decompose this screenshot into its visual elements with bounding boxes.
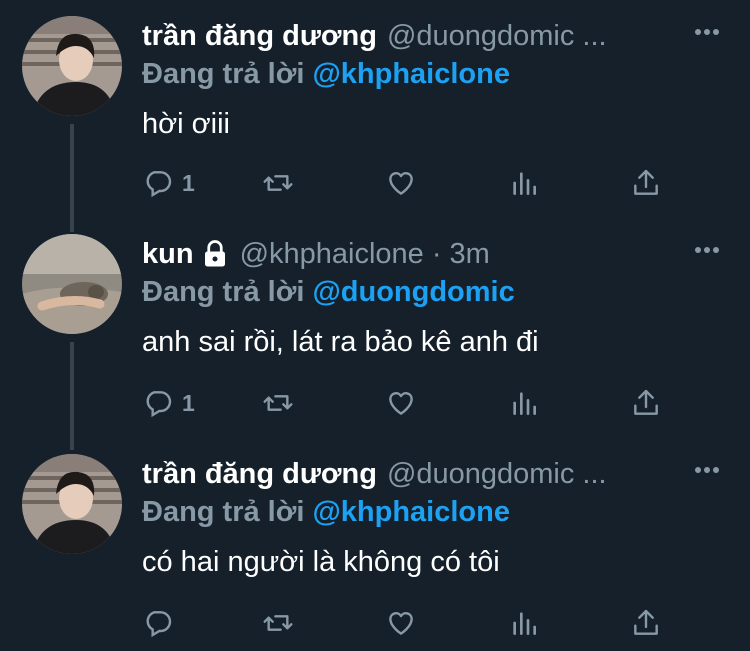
analytics-icon <box>513 392 536 415</box>
reply-count: 1 <box>182 169 195 196</box>
replying-to: Đang trả lời @duongdomic <box>142 274 750 310</box>
display-name[interactable]: trần đăng dương <box>142 454 377 494</box>
replying-to-label: Đang trả lời <box>142 496 305 528</box>
avatar[interactable] <box>22 234 122 334</box>
user-handle[interactable]: @khphaiclone · 3m <box>240 234 490 274</box>
analytics-icon <box>513 172 536 195</box>
retweet-icon <box>263 175 293 191</box>
tweet-text: anh sai rồi, lát ra bảo kê anh đi <box>142 326 539 358</box>
analytics-button[interactable] <box>508 386 540 420</box>
reply-icon <box>146 391 172 418</box>
like-icon <box>389 612 413 635</box>
share-icon <box>634 169 658 195</box>
share-icon <box>634 389 658 415</box>
like-icon <box>389 172 413 195</box>
display-name[interactable]: trần đăng dương <box>142 16 377 56</box>
retweet-button[interactable] <box>262 386 294 420</box>
like-button[interactable] <box>385 606 417 640</box>
like-button[interactable] <box>385 166 417 200</box>
mention-link[interactable]: @duongdomic <box>312 276 514 308</box>
share-icon <box>634 609 658 635</box>
analytics-button[interactable] <box>508 606 540 640</box>
lock-icon <box>204 240 225 267</box>
replying-to-label: Đang trả lời <box>142 58 305 90</box>
tweet[interactable]: trần đăng dương @duongdomic ... Đang trả… <box>0 16 750 216</box>
tweet[interactable]: trần đăng dương @duongdomic ... Đang trả… <box>0 454 750 651</box>
reply-count: 1 <box>182 389 195 416</box>
reply-button[interactable]: 1 <box>142 386 195 420</box>
display-name[interactable]: kun <box>142 234 194 274</box>
retweet-button[interactable] <box>262 166 294 200</box>
reply-button[interactable]: 1 <box>142 166 195 200</box>
more-icon[interactable] <box>694 28 720 36</box>
avatar[interactable] <box>22 454 122 554</box>
share-button[interactable] <box>630 166 662 200</box>
retweet-icon <box>263 395 293 411</box>
share-button[interactable] <box>630 606 662 640</box>
like-icon <box>389 392 413 415</box>
replying-to: Đang trả lời @khphaiclone <box>142 56 750 92</box>
action-bar: 1 <box>142 386 672 420</box>
tweet-header: trần đăng dương @duongdomic ... <box>142 16 750 56</box>
analytics-button[interactable] <box>508 166 540 200</box>
retweet-button[interactable] <box>262 606 294 640</box>
like-button[interactable] <box>385 386 417 420</box>
reply-icon <box>146 611 172 638</box>
tweet-text: có hai người là không có tôi <box>142 546 500 578</box>
action-bar <box>142 606 672 640</box>
tweet[interactable]: kun @khphaiclone · 3m Đang trả lời @duon… <box>0 234 750 434</box>
user-handle[interactable]: @duongdomic ... <box>387 454 607 494</box>
user-handle[interactable]: @duongdomic ... <box>387 16 607 56</box>
tweet-header: trần đăng dương @duongdomic ... <box>142 454 750 494</box>
share-button[interactable] <box>630 386 662 420</box>
mention-link[interactable]: @khphaiclone <box>312 58 509 90</box>
avatar[interactable] <box>22 16 122 116</box>
replying-to: Đang trả lời @khphaiclone <box>142 494 750 530</box>
more-icon[interactable] <box>694 466 720 474</box>
tweet-text: hời ơiii <box>142 108 230 140</box>
action-bar: 1 <box>142 166 672 200</box>
analytics-icon <box>513 612 536 635</box>
reply-button[interactable] <box>142 606 182 640</box>
mention-link[interactable]: @khphaiclone <box>312 496 509 528</box>
retweet-icon <box>263 615 293 631</box>
tweet-header: kun @khphaiclone · 3m <box>142 234 750 274</box>
more-icon[interactable] <box>694 246 720 254</box>
replying-to-label: Đang trả lời <box>142 276 305 308</box>
reply-icon <box>146 171 172 198</box>
